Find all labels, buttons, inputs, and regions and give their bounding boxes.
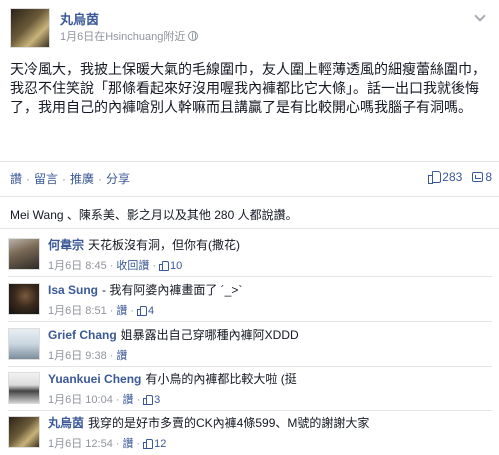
divider bbox=[0, 196, 499, 197]
divider bbox=[8, 410, 492, 411]
like-button[interactable]: 讚 bbox=[10, 172, 22, 186]
comment-body: 姐暴露出自己穿哪種內褲阿XDDD bbox=[120, 328, 299, 342]
comment-like-button[interactable]: 讚 bbox=[123, 438, 134, 450]
comment-meta: 1月6日 12:54 · 讚 · 12 bbox=[48, 438, 167, 450]
comment-body: - 我有阿婆內褲畫面了 ´_>` bbox=[102, 283, 243, 297]
commenter-name[interactable]: 何韋宗 bbox=[48, 238, 84, 252]
comment-like-count[interactable]: 12 bbox=[154, 438, 166, 450]
comment-body: 我穿的是好市多賣的CK內褲4條599、M號的謝謝大家 bbox=[88, 416, 370, 430]
thumbs-up-icon bbox=[143, 395, 154, 405]
commenter-name[interactable]: Yuankuei Cheng bbox=[48, 372, 141, 386]
comment-item: 丸烏茵 我穿的是好市多賣的CK內褲4條599、M號的謝謝大家 1月6日 12:54… bbox=[8, 416, 492, 455]
comment-meta: 1月6日 8:45 · 收回讚 · 10 bbox=[48, 260, 183, 272]
divider bbox=[0, 228, 499, 229]
commenter-avatar[interactable] bbox=[8, 238, 40, 270]
comment-text: Yuankuei Cheng 有小鳥的內褲都比較大啦 (挺 bbox=[48, 372, 297, 387]
commenter-name[interactable]: 丸烏茵 bbox=[48, 416, 84, 430]
commenter-avatar[interactable] bbox=[8, 372, 40, 404]
action-bar: 讚 · 留言 · 推廣 · 分享 283 8 bbox=[10, 170, 492, 188]
like-count[interactable]: 283 bbox=[442, 170, 462, 184]
comment-like-button[interactable]: 收回讚 bbox=[116, 260, 149, 272]
comment-body: 天花板沒有洞，但你有(撒花) bbox=[88, 238, 241, 252]
comment-button[interactable]: 留言 bbox=[34, 172, 58, 186]
comment-meta: 1月6日 9:38 · 讚 bbox=[48, 350, 128, 362]
divider bbox=[8, 366, 492, 367]
commenter-avatar[interactable] bbox=[8, 328, 40, 360]
thumbs-up-icon[interactable] bbox=[428, 171, 442, 184]
comment-date[interactable]: 1月6日 9:38 bbox=[48, 350, 107, 362]
comment-text: 何韋宗 天花板沒有洞，但你有(撒花) bbox=[48, 238, 240, 253]
comment-text: Grief Chang 姐暴露出自己穿哪種內褲阿XDDD bbox=[48, 328, 299, 343]
promote-button[interactable]: 推廣 bbox=[70, 172, 94, 186]
author-name[interactable]: 丸烏茵 bbox=[60, 9, 99, 28]
comment-like-button[interactable]: 讚 bbox=[116, 350, 127, 362]
likers-summary[interactable]: Mei Wang 、陳系美、影之月以及其他 280 人都說讚。 bbox=[10, 206, 492, 223]
comment-text: Isa Sung - 我有阿婆內褲畫面了 ´_>` bbox=[48, 283, 242, 298]
post-timestamp-location[interactable]: 1月6日在Hsinchuang附近 bbox=[60, 31, 185, 43]
post-meta: 1月6日在Hsinchuang附近 bbox=[60, 28, 199, 44]
share-icon[interactable] bbox=[472, 172, 484, 182]
comment-item: Yuankuei Cheng 有小鳥的內褲都比較大啦 (挺 1月6日 10:04 ·… bbox=[8, 372, 492, 412]
chevron-down-icon[interactable] bbox=[474, 10, 486, 22]
post-body: 天冷風大，我披上保暖大氣的毛線圍巾，友人圍上輕薄透風的細瘦蕾絲圍巾，我忍不住笑說… bbox=[10, 61, 486, 115]
comment-item: Grief Chang 姐暴露出自己穿哪種內褲阿XDDD 1月6日 9:38 · 讚 bbox=[8, 328, 492, 368]
comment-like-button[interactable]: 讚 bbox=[123, 394, 134, 406]
separator: · bbox=[98, 172, 103, 186]
share-count[interactable]: 8 bbox=[485, 170, 492, 184]
share-button[interactable]: 分享 bbox=[106, 172, 130, 186]
comment-like-count[interactable]: 3 bbox=[154, 394, 160, 406]
comment-date[interactable]: 1月6日 12:54 bbox=[48, 438, 113, 450]
comment-item: 何韋宗 天花板沒有洞，但你有(撒花) 1月6日 8:45 · 收回讚 · 10 bbox=[8, 238, 492, 278]
thumbs-up-icon bbox=[143, 439, 154, 449]
comment-date[interactable]: 1月6日 8:45 bbox=[48, 260, 107, 272]
comment-item: Isa Sung - 我有阿婆內褲畫面了 ´_>` 1月6日 8:51 · 讚 · 4 bbox=[8, 283, 492, 323]
comment-like-count[interactable]: 4 bbox=[148, 305, 154, 317]
divider bbox=[0, 161, 499, 162]
engagement-counts: 283 8 bbox=[428, 170, 492, 184]
comment-like-count[interactable]: 10 bbox=[170, 260, 182, 272]
comment-like-button[interactable]: 讚 bbox=[116, 305, 127, 317]
commenter-avatar[interactable] bbox=[8, 283, 40, 315]
comment-text: 丸烏茵 我穿的是好市多賣的CK內褲4條599、M號的謝謝大家 bbox=[48, 416, 369, 431]
commenter-avatar[interactable] bbox=[8, 416, 40, 448]
separator: · bbox=[26, 172, 31, 186]
author-avatar[interactable] bbox=[10, 8, 50, 48]
post-actions: 讚 · 留言 · 推廣 · 分享 bbox=[10, 170, 130, 187]
comment-date[interactable]: 1月6日 8:51 bbox=[48, 305, 107, 317]
comment-meta: 1月6日 10:04 · 讚 · 3 bbox=[48, 394, 161, 406]
post-header: 丸烏茵 1月6日在Hsinchuang附近 bbox=[10, 8, 490, 48]
globe-icon[interactable] bbox=[188, 31, 199, 41]
thumbs-up-icon bbox=[159, 261, 170, 271]
commenter-name[interactable]: Isa Sung bbox=[48, 283, 98, 297]
divider bbox=[8, 276, 492, 277]
divider bbox=[8, 321, 492, 322]
comment-body: 有小鳥的內褲都比較大啦 (挺 bbox=[145, 372, 297, 386]
separator: · bbox=[62, 172, 67, 186]
comment-date[interactable]: 1月6日 10:04 bbox=[48, 394, 113, 406]
comment-meta: 1月6日 8:51 · 讚 · 4 bbox=[48, 305, 155, 317]
thumbs-up-icon bbox=[137, 306, 148, 316]
commenter-name[interactable]: Grief Chang bbox=[48, 328, 117, 342]
